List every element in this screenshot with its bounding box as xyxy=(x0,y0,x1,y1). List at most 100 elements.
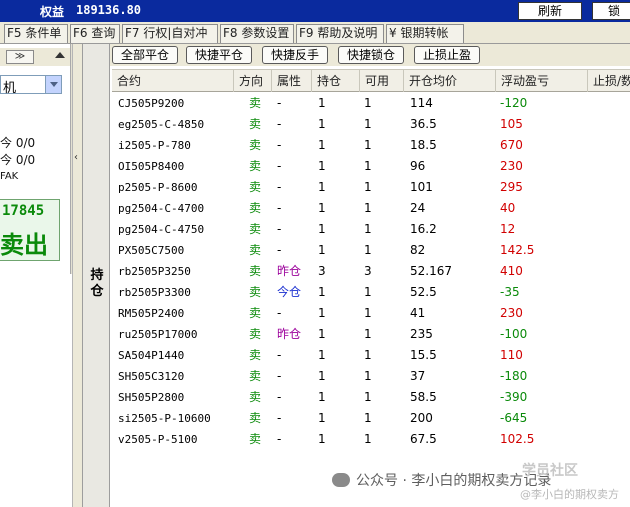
table-row[interactable]: SH505P2800 卖 - 1 1 58.5 -390 xyxy=(112,387,630,408)
table-row[interactable]: si2505-P-10600 卖 - 1 1 200 -645 xyxy=(112,408,630,429)
tab-settings[interactable]: F8 参数设置 xyxy=(220,24,294,43)
cell-avg-price: 82 xyxy=(410,243,426,257)
tab-exercise[interactable]: F7 行权|自对冲 xyxy=(122,24,218,43)
cell-avg-price: 235 xyxy=(410,327,433,341)
cell-available: 1 xyxy=(364,411,372,425)
cell-direction: 卖 xyxy=(249,264,262,278)
cell-avg-price: 114 xyxy=(410,96,433,110)
cell-symbol: si2505-P-10600 xyxy=(118,412,211,425)
cell-symbol: pg2504-C-4750 xyxy=(118,223,205,236)
cell-direction: 卖 xyxy=(249,96,262,110)
header-holding[interactable]: 持仓 xyxy=(312,70,360,92)
order-panel-header: ≫ xyxy=(0,48,70,66)
position-today-2: 今 0/0 xyxy=(0,153,36,167)
cell-avg-price: 37 xyxy=(410,369,426,383)
function-tab-bar: F5 条件单 F6 查询 F7 行权|自对冲 F8 参数设置 F9 帮助及说明 … xyxy=(0,22,630,44)
vertical-tab-label: 持仓 xyxy=(90,268,104,299)
vertical-tab-positions[interactable]: 持仓 xyxy=(82,44,110,507)
cell-avg-price: 41 xyxy=(410,306,426,320)
cell-holding: 1 xyxy=(318,222,326,236)
cell-available: 1 xyxy=(364,222,372,236)
quick-close-button[interactable]: 快捷平仓 xyxy=(186,46,252,64)
header-direction[interactable]: 方向 xyxy=(234,70,272,92)
table-row[interactable]: ru2505P17000 卖 昨仓 1 1 235 -100 xyxy=(112,324,630,345)
table-row[interactable]: i2505-P-780 卖 - 1 1 18.5 670 xyxy=(112,135,630,156)
table-row[interactable]: PX505C7500 卖 - 1 1 82 142.5 xyxy=(112,240,630,261)
collapse-left-icon[interactable]: ‹ xyxy=(74,152,78,163)
cell-floating-pl: 295 xyxy=(500,180,523,194)
scroll-up-icon[interactable] xyxy=(55,52,65,58)
stop-loss-profit-button[interactable]: 止损止盈 xyxy=(414,46,480,64)
account-select[interactable]: 机 xyxy=(0,75,62,96)
cell-holding: 1 xyxy=(318,96,326,110)
watermark-corner-top: 学员社区 xyxy=(522,463,578,479)
cell-floating-pl: -645 xyxy=(500,411,528,425)
table-row[interactable]: SA504P1440 卖 - 1 1 15.5 110 xyxy=(112,345,630,366)
cell-symbol: rb2505P3250 xyxy=(118,265,191,278)
cell-avg-price: 67.5 xyxy=(410,432,437,446)
cell-direction: 卖 xyxy=(249,180,262,194)
cell-available: 1 xyxy=(364,348,372,362)
table-row[interactable]: p2505-P-8600 卖 - 1 1 101 295 xyxy=(112,177,630,198)
close-all-button[interactable]: 全部平仓 xyxy=(112,46,178,64)
cell-direction: 卖 xyxy=(249,369,262,383)
cell-attribute: 昨仓 xyxy=(277,327,302,341)
cell-avg-price: 15.5 xyxy=(410,348,437,362)
cell-direction: 卖 xyxy=(249,285,262,299)
order-panel: ≫ 机 今 0/0 今 0/0 FAK 17845 卖出 xyxy=(0,44,78,507)
lock-button[interactable]: 锁 xyxy=(592,2,630,20)
table-row[interactable]: eg2505-C-4850 卖 - 1 1 36.5 105 xyxy=(112,114,630,135)
top-bar: 权益 189136.80 刷新 锁 xyxy=(0,0,630,22)
header-stop[interactable]: 止损/数 xyxy=(588,70,630,92)
cell-symbol: CJ505P9200 xyxy=(118,97,185,110)
header-avg-price[interactable]: 开仓均价 xyxy=(404,70,496,92)
position-today-1: 今 0/0 xyxy=(0,136,36,150)
tab-help[interactable]: F9 帮助及说明 xyxy=(296,24,384,43)
tab-conditional-order[interactable]: F5 条件单 xyxy=(4,24,68,43)
cell-available: 1 xyxy=(364,201,372,215)
cell-floating-pl: 12 xyxy=(500,222,516,236)
table-row[interactable]: pg2504-C-4750 卖 - 1 1 16.2 12 xyxy=(112,219,630,240)
watermark-corner-bottom: @李小白的期权卖方 xyxy=(520,488,619,501)
cell-floating-pl: 230 xyxy=(500,159,523,173)
cell-symbol: pg2504-C-4700 xyxy=(118,202,205,215)
quick-reverse-button[interactable]: 快捷反手 xyxy=(262,46,328,64)
header-floating-pl[interactable]: 浮动盈亏 xyxy=(496,70,588,92)
table-row[interactable]: pg2504-C-4700 卖 - 1 1 24 40 xyxy=(112,198,630,219)
dropdown-arrow-icon[interactable] xyxy=(45,76,61,93)
cell-available: 1 xyxy=(364,243,372,257)
cell-holding: 1 xyxy=(318,180,326,194)
cell-attribute: 昨仓 xyxy=(277,264,302,278)
cell-attribute: - xyxy=(277,201,282,215)
sell-button[interactable]: 17845 卖出 xyxy=(0,199,60,261)
table-row[interactable]: rb2505P3300 卖 今仓 1 1 52.5 -35 xyxy=(112,282,630,303)
refresh-button[interactable]: 刷新 xyxy=(518,2,582,20)
table-row[interactable]: v2505-P-5100 卖 - 1 1 67.5 102.5 xyxy=(112,429,630,450)
table-row[interactable]: rb2505P3250 卖 昨仓 3 3 52.167 410 xyxy=(112,261,630,282)
cell-holding: 1 xyxy=(318,306,326,320)
table-row[interactable]: CJ505P9200 卖 - 1 1 114 -120 xyxy=(112,93,630,114)
expand-chevron-icon[interactable]: ≫ xyxy=(6,50,34,64)
table-row[interactable]: SH505C3120 卖 - 1 1 37 -180 xyxy=(112,366,630,387)
header-available[interactable]: 可用 xyxy=(360,70,404,92)
tab-bank-transfer[interactable]: ¥ 银期转帐 xyxy=(386,24,464,43)
cell-direction: 卖 xyxy=(249,327,262,341)
cell-symbol: RM505P2400 xyxy=(118,307,185,320)
panel-splitter[interactable]: ‹ xyxy=(72,44,82,507)
cell-avg-price: 101 xyxy=(410,180,433,194)
quick-lock-button[interactable]: 快捷锁仓 xyxy=(338,46,404,64)
cell-floating-pl: -180 xyxy=(500,369,528,383)
cell-symbol: rb2505P3300 xyxy=(118,286,191,299)
cell-avg-price: 16.2 xyxy=(410,222,437,236)
table-row[interactable]: OI505P8400 卖 - 1 1 96 230 xyxy=(112,156,630,177)
table-row[interactable]: RM505P2400 卖 - 1 1 41 230 xyxy=(112,303,630,324)
cell-floating-pl: 105 xyxy=(500,117,523,131)
table-header: 合约 方向 属性 持仓 可用 开仓均价 浮动盈亏 止损/数 xyxy=(112,69,630,92)
cell-floating-pl: -390 xyxy=(500,390,528,404)
header-symbol[interactable]: 合约 xyxy=(112,70,234,92)
header-attribute[interactable]: 属性 xyxy=(272,70,312,92)
cell-available: 1 xyxy=(364,138,372,152)
tab-query[interactable]: F6 查询 xyxy=(70,24,120,43)
cell-avg-price: 200 xyxy=(410,411,433,425)
cell-attribute: 今仓 xyxy=(277,285,302,299)
